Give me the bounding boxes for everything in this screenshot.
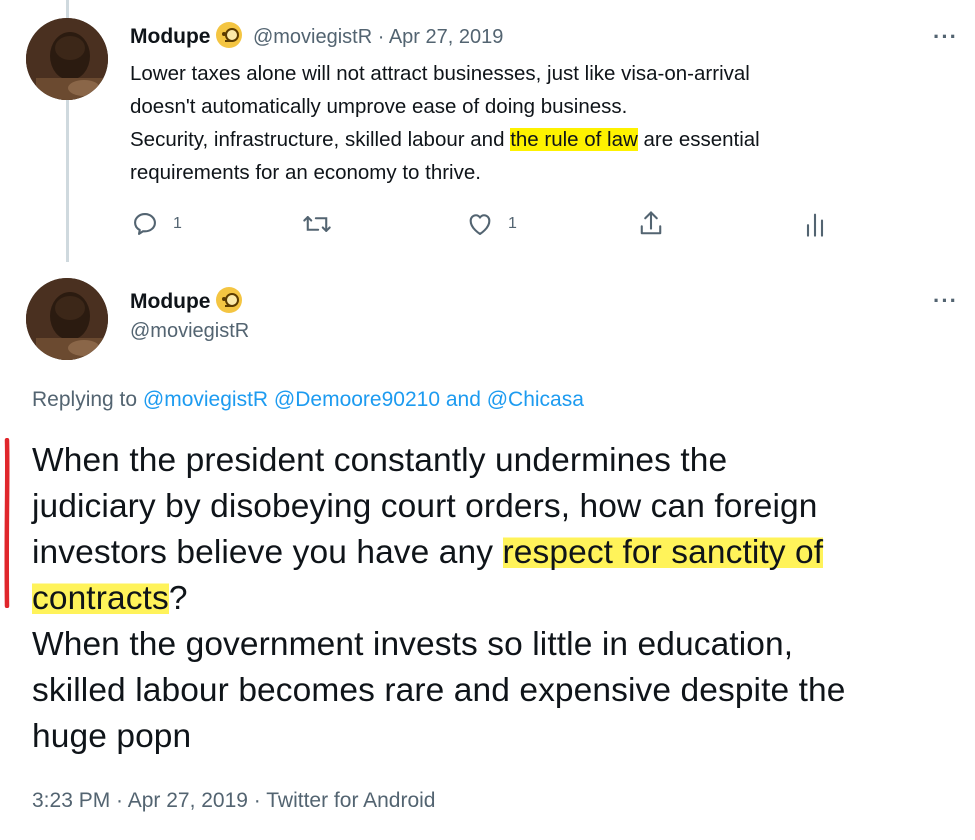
tweet-text-line: contracts?	[32, 580, 188, 617]
handle-and-date[interactable]: @moviegistR · Apr 27, 2019	[253, 26, 503, 48]
more-options-icon[interactable]: ···	[933, 288, 958, 314]
tweet-text-line: doesn't automatically umprove ease of do…	[130, 95, 628, 118]
highlighted-text: the rule of law	[510, 128, 638, 151]
avatar-photo	[26, 278, 108, 360]
main-tweet-text: When the president constantly undermines…	[32, 438, 846, 760]
tweet-text-line: When the president constantly undermines…	[32, 442, 728, 479]
like-count: 1	[508, 215, 517, 232]
handle[interactable]: @moviegistR	[130, 320, 249, 343]
tweet-text: Lower taxes alone will not attract busin…	[130, 57, 760, 189]
tweet-header: Modupe @moviegistR · Apr 27, 2019	[130, 22, 503, 49]
tweet-text-line: requirements for an economy to thrive.	[130, 161, 481, 184]
avatar-photo	[26, 18, 108, 100]
share-button[interactable]	[637, 209, 665, 239]
retweet-icon	[303, 216, 331, 232]
red-annotation-mark	[4, 438, 10, 608]
replying-to-users-link[interactable]: @moviegistR @Demoore90210 and @Chicasa	[143, 388, 584, 411]
tweet-header: Modupe	[130, 287, 243, 314]
like-button[interactable]: 1	[466, 210, 517, 238]
display-name[interactable]: Modupe	[130, 25, 210, 48]
face-with-monocle-icon	[216, 287, 243, 313]
share-icon	[640, 211, 662, 235]
analytics-button[interactable]	[803, 210, 827, 238]
more-options-icon[interactable]: ···	[933, 24, 958, 50]
display-name[interactable]: Modupe	[130, 290, 210, 313]
avatar[interactable]	[26, 278, 108, 360]
analytics-icon	[806, 213, 824, 237]
highlighted-text: contracts	[32, 580, 169, 617]
heart-icon	[469, 214, 491, 235]
tweet-text-line: When the government invests so little in…	[32, 626, 794, 663]
face-with-monocle-icon	[216, 22, 243, 48]
highlighted-text: respect for sanctity of	[502, 534, 824, 571]
reply-icon	[134, 213, 156, 235]
replying-to: Replying to @moviegistR @Demoore90210 an…	[32, 388, 584, 411]
tweet-text-line: huge popn	[32, 718, 192, 755]
avatar[interactable]	[26, 18, 108, 100]
reply-count: 1	[173, 215, 182, 232]
tweet-text-line: Lower taxes alone will not attract busin…	[130, 62, 750, 85]
tweet-timestamp[interactable]: 3:23 PM · Apr 27, 2019 · Twitter for And…	[32, 789, 436, 813]
reply-button[interactable]: 1	[131, 210, 182, 238]
tweet-text-line: Security, infrastructure, skilled labour…	[130, 128, 760, 151]
tweet-text-line: skilled labour becomes rare and expensiv…	[32, 672, 846, 709]
tweet-text-line: investors believe you have any respect f…	[32, 534, 824, 571]
retweet-button[interactable]	[302, 210, 332, 238]
tweet-text-line: judiciary by disobeying court orders, ho…	[32, 488, 818, 525]
